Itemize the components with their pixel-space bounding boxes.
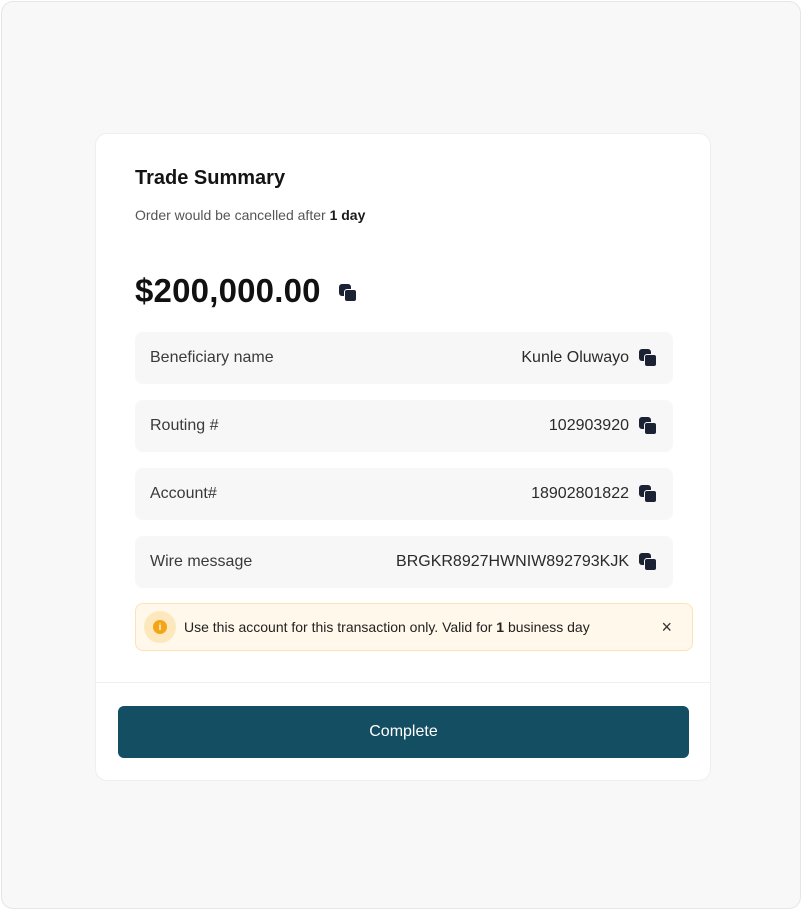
cancellation-note-prefix: Order would be cancelled after (135, 207, 330, 223)
copy-routing-icon[interactable] (639, 417, 657, 435)
detail-value: BRGKR8927HWNIW892793KJK (396, 553, 629, 570)
complete-button[interactable]: Complete (118, 706, 689, 758)
cancellation-note: Order would be cancelled after 1 day (135, 207, 365, 223)
detail-row-beneficiary: Beneficiary name Kunle Oluwayo (135, 332, 673, 384)
alert-text-prefix: Use this account for this transaction on… (184, 619, 497, 635)
copy-beneficiary-icon[interactable] (639, 349, 657, 367)
footer-divider (96, 682, 710, 683)
detail-label: Beneficiary name (150, 349, 274, 366)
amount-row: $200,000.00 (135, 272, 357, 310)
detail-row-wire-message: Wire message BRGKR8927HWNIW892793KJK (135, 536, 673, 588)
alert-text-suffix: business day (504, 619, 590, 635)
trade-summary-card: Trade Summary Order would be cancelled a… (95, 133, 711, 781)
detail-row-account: Account# 18902801822 (135, 468, 673, 520)
close-icon[interactable]: × (661, 618, 672, 636)
trade-amount: $200,000.00 (135, 272, 321, 309)
validity-alert: i Use this account for this transaction … (135, 603, 693, 651)
page-title: Trade Summary (135, 167, 286, 189)
info-icon-wrap: i (144, 611, 176, 643)
copy-account-icon[interactable] (639, 485, 657, 503)
alert-valid-days: 1 (496, 619, 505, 635)
cancellation-period: 1 day (329, 207, 366, 223)
detail-label: Routing # (150, 417, 219, 434)
page-frame: Trade Summary Order would be cancelled a… (1, 1, 801, 909)
detail-row-routing: Routing # 102903920 (135, 400, 673, 452)
copy-amount-icon[interactable] (338, 284, 357, 302)
detail-label: Wire message (150, 553, 253, 570)
detail-value: Kunle Oluwayo (521, 349, 629, 366)
copy-wire-message-icon[interactable] (639, 553, 657, 571)
info-icon: i (153, 620, 167, 634)
detail-value: 102903920 (548, 417, 629, 434)
detail-label: Account# (150, 485, 217, 502)
detail-value: 18902801822 (531, 485, 629, 502)
alert-text: Use this account for this transaction on… (184, 619, 661, 635)
